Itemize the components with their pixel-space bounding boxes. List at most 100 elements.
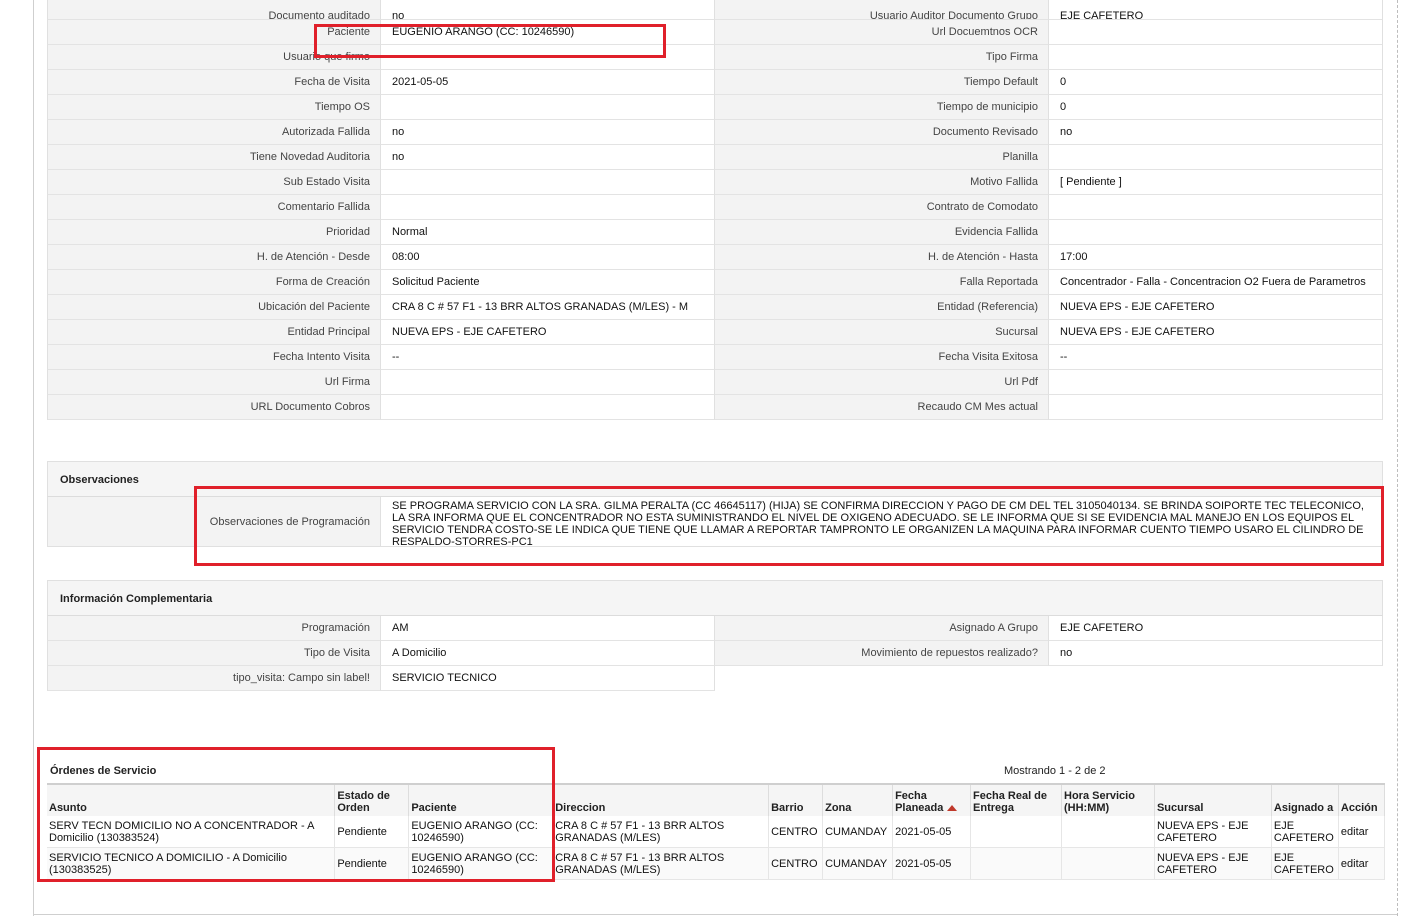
field-value: no bbox=[1049, 120, 1383, 145]
field-label: Falla Reportada bbox=[715, 270, 1049, 295]
field-value bbox=[1049, 220, 1383, 245]
detail-row: H. de Atención - Desde 08:00 H. de Atenció… bbox=[47, 245, 1383, 270]
detail-row: Entidad Principal NUEVA EPS - EJE CAFETER… bbox=[47, 320, 1383, 345]
detail-row: Ubicación del Paciente CRA 8 C # 57 F1 - … bbox=[47, 295, 1383, 320]
detail-row: Sub Estado Visita Motivo Fallida[ Pendien… bbox=[47, 170, 1383, 195]
field-label: Tipo Firma bbox=[715, 45, 1049, 70]
field-value: Normal bbox=[381, 220, 715, 245]
field-value: CRA 8 C # 57 F1 - 13 BRR ALTOS GRANADAS … bbox=[381, 295, 715, 320]
field-label: Tiempo OS bbox=[47, 95, 381, 120]
cell-estado: Pendiente bbox=[334, 847, 410, 880]
field-value bbox=[1049, 395, 1383, 420]
edit-link[interactable]: editar bbox=[1338, 816, 1386, 848]
field-label: Fecha Intento Visita bbox=[47, 345, 381, 370]
orders-title: Órdenes de Servicio bbox=[50, 765, 157, 777]
detail-row: Tiene Novedad Auditoria no Planilla bbox=[47, 145, 1383, 170]
detail-row: Url Firma Url Pdf bbox=[47, 370, 1383, 395]
cell-zona: CUMANDAY bbox=[822, 847, 894, 880]
field-label: Tipo de Visita bbox=[47, 641, 381, 666]
cell-asunto: SERVICIO TECNICO A DOMICILIO - A Domicil… bbox=[47, 847, 336, 880]
field-label: Planilla bbox=[715, 145, 1049, 170]
cell-paciente: EUGENIO ARANGO (CC: 10246590) bbox=[408, 847, 554, 880]
detail-row: Fecha de Visita 2021-05-05 Tiempo Default 0 bbox=[47, 70, 1383, 95]
field-label: Paciente bbox=[47, 20, 381, 45]
cell-asignado: EJE CAFETERO bbox=[1271, 816, 1339, 848]
field-label: Evidencia Fallida bbox=[715, 220, 1049, 245]
cell-hora bbox=[1061, 847, 1155, 880]
col-fecha-planeada-label: Fecha Planeada bbox=[895, 790, 944, 814]
field-value: 2021-05-05 bbox=[381, 70, 715, 95]
col-estado[interactable]: Estado de Orden bbox=[334, 783, 410, 816]
col-asignado[interactable]: Asignado a bbox=[1271, 783, 1339, 816]
field-value: EUGENIO ARANGO (CC: 10246590) bbox=[381, 20, 715, 45]
field-label: H. de Atención - Desde bbox=[47, 245, 381, 270]
field-value bbox=[1049, 195, 1383, 220]
field-label: Url Pdf bbox=[715, 370, 1049, 395]
complementaria-header: Información Complementaria bbox=[47, 580, 1383, 616]
detail-row: Fecha Intento Visita -- Fecha Visita Exito… bbox=[47, 345, 1383, 370]
detail-row: Forma de Creación Solicitud Paciente Falla… bbox=[47, 270, 1383, 295]
field-label: Usuario Auditor Documento Grupo bbox=[715, 0, 1049, 20]
field-label: H. de Atención - Hasta bbox=[715, 245, 1049, 270]
cell-fecha-planeada: 2021-05-05 bbox=[892, 816, 972, 848]
table-row: SERV TECN DOMICILIO NO A CONCENTRADOR - … bbox=[47, 816, 1386, 848]
field-label: Recaudo CM Mes actual bbox=[715, 395, 1049, 420]
complementaria-section: Información Complementaria Programación … bbox=[47, 580, 1383, 691]
col-asunto[interactable]: Asunto bbox=[47, 783, 336, 816]
col-direccion[interactable]: Direccion bbox=[552, 783, 770, 816]
col-accion: Acción bbox=[1338, 783, 1386, 816]
cell-barrio: CENTRO bbox=[768, 816, 824, 848]
field-value: AM bbox=[381, 616, 715, 641]
field-value: NUEVA EPS - EJE CAFETERO bbox=[1049, 295, 1383, 320]
field-value bbox=[381, 395, 715, 420]
field-value: NUEVA EPS - EJE CAFETERO bbox=[381, 320, 715, 345]
col-barrio[interactable]: Barrio bbox=[768, 783, 824, 816]
field-value: [ Pendiente ] bbox=[1049, 170, 1383, 195]
field-label: Tiene Novedad Auditoria bbox=[47, 145, 381, 170]
field-label: Movimiento de repuestos realizado? bbox=[715, 641, 1049, 666]
field-value: 17:00 bbox=[1049, 245, 1383, 270]
col-zona[interactable]: Zona bbox=[822, 783, 894, 816]
observaciones-section: Observaciones Observaciones de Programac… bbox=[47, 461, 1383, 548]
col-fecha-planeada[interactable]: Fecha Planeada bbox=[892, 783, 972, 816]
cell-direccion: CRA 8 C # 57 F1 - 13 BRR ALTOS GRANADAS … bbox=[552, 816, 770, 848]
field-label: Prioridad bbox=[47, 220, 381, 245]
field-label: URL Documento Cobros bbox=[47, 395, 381, 420]
field-label: Documento Revisado bbox=[715, 120, 1049, 145]
col-paciente[interactable]: Paciente bbox=[408, 783, 554, 816]
cell-asignado: EJE CAFETERO bbox=[1271, 847, 1339, 880]
cell-sucursal: NUEVA EPS - EJE CAFETERO bbox=[1154, 847, 1272, 880]
edit-link[interactable]: editar bbox=[1338, 847, 1386, 880]
field-value: -- bbox=[381, 345, 715, 370]
cell-asunto: SERV TECN DOMICILIO NO A CONCENTRADOR - … bbox=[47, 816, 336, 848]
field-value: Solicitud Paciente bbox=[381, 270, 715, 295]
field-value: 0 bbox=[1049, 70, 1383, 95]
field-label: Motivo Fallida bbox=[715, 170, 1049, 195]
field-value bbox=[381, 170, 715, 195]
cell-zona: CUMANDAY bbox=[822, 816, 894, 848]
field-label: Comentario Fallida bbox=[47, 195, 381, 220]
sort-ascending-icon[interactable] bbox=[947, 805, 958, 812]
field-value bbox=[381, 370, 715, 395]
col-hora[interactable]: Hora Servicio (HH:MM) bbox=[1061, 783, 1155, 816]
field-label: Fecha de Visita bbox=[47, 70, 381, 95]
observaciones-text: SE PROGRAMA SERVICIO CON LA SRA. GILMA P… bbox=[381, 497, 1383, 548]
field-label: Programación bbox=[47, 616, 381, 641]
cell-fecha-real bbox=[970, 847, 1062, 880]
field-value: A Domicilio bbox=[381, 641, 715, 666]
detail-row: Comentario Fallida Contrato de Comodato bbox=[47, 195, 1383, 220]
cell-fecha-planeada: 2021-05-05 bbox=[892, 847, 972, 880]
col-fecha-real[interactable]: Fecha Real de Entrega bbox=[970, 783, 1062, 816]
field-value: EJE CAFETERO bbox=[1049, 0, 1383, 20]
field-label: Usuario que firmo bbox=[47, 45, 381, 70]
field-label: Url Firma bbox=[47, 370, 381, 395]
detail-grid: Documento auditado no Usuario Auditor Docu… bbox=[47, 0, 1383, 420]
field-value: no bbox=[381, 0, 715, 20]
field-value bbox=[381, 95, 715, 120]
cell-sucursal: NUEVA EPS - EJE CAFETERO bbox=[1154, 816, 1272, 848]
field-label: Entidad (Referencia) bbox=[715, 295, 1049, 320]
field-label: Asignado A Grupo bbox=[715, 616, 1049, 641]
field-value: 0 bbox=[1049, 95, 1383, 120]
cell-barrio: CENTRO bbox=[768, 847, 824, 880]
col-sucursal[interactable]: Sucursal bbox=[1154, 783, 1272, 816]
